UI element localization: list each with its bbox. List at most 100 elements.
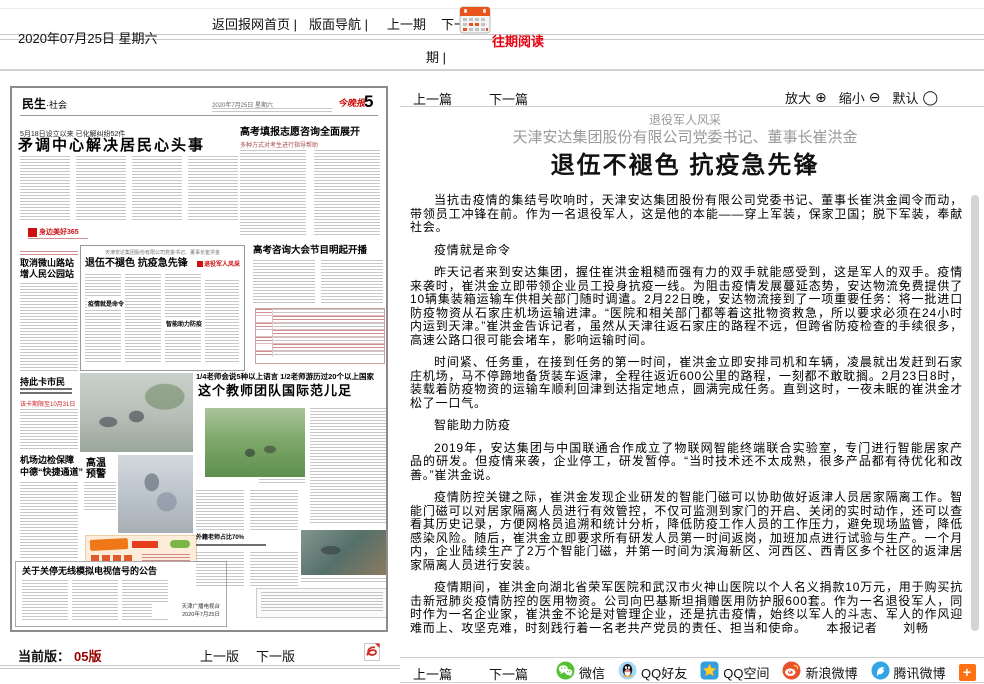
- text-block-pattern: [240, 150, 306, 236]
- calendar-icon[interactable]: [459, 5, 491, 39]
- share-wechat-button[interactable]: 微信: [556, 661, 605, 683]
- share-qzone-button[interactable]: QQ空间: [700, 661, 769, 683]
- teacher-stat: 外籍老师占比70%: [196, 535, 244, 542]
- nav-next-issue-link-wrap[interactable]: 期 |: [426, 47, 446, 66]
- text-block-pattern: [76, 156, 126, 222]
- issue-date: 2020年07月25日 星期六: [18, 28, 157, 47]
- text-block-pattern: [188, 156, 238, 222]
- masthead-credits-pattern: [212, 108, 332, 112]
- sina-weibo-icon: [782, 661, 801, 683]
- ad-shape: [170, 540, 190, 548]
- text-block-pattern: [314, 150, 380, 236]
- share-sina-weibo-button[interactable]: 新浪微博: [782, 661, 857, 683]
- text-block-pattern: [321, 260, 383, 304]
- tencent-weibo-icon: [871, 661, 890, 683]
- text-block-pattern: [205, 280, 239, 364]
- zoom-in-icon: ⊕: [815, 89, 827, 106]
- bottom-rule-1: [0, 665, 400, 666]
- wechat-icon: [556, 661, 575, 683]
- teacher-kicker: 1/4老师会说5种以上语言 1/2老师游历过20个以上国家: [196, 373, 374, 382]
- teacher-headline[interactable]: 这个教师团队国际范儿足: [198, 384, 352, 399]
- text-block-pattern: [250, 552, 298, 586]
- qzone-icon: [700, 661, 719, 683]
- article-title: 退伍不褪色 抗疫急先锋: [400, 145, 970, 180]
- airport-headline[interactable]: 机场边检保障: [20, 455, 74, 465]
- notice-headline[interactable]: 关于关停无线模拟电视信号的公告: [22, 566, 157, 576]
- anda-kicker: 天津安达集团股份有限公司党委书记、董事长崔洪金: [81, 249, 244, 256]
- prev-page-link[interactable]: 上一版: [200, 646, 239, 665]
- article2-headline[interactable]: 取消微山路站: [20, 258, 74, 268]
- airport-headline-line2[interactable]: 中德“快捷通道”: [20, 467, 83, 477]
- gaokao2-headline[interactable]: 高考咨询大会节目明起开播: [253, 246, 367, 257]
- veteran-badge: 退役军人风采: [197, 259, 240, 268]
- text-block-pattern: [253, 260, 315, 304]
- subhead: 疫情就是命令: [410, 244, 963, 258]
- gaokao1-subtitle: 多种方式对考生进行指导帮助: [240, 140, 318, 149]
- anda-article-box[interactable]: 天津安达集团股份有限公司党委书记、董事长崔洪金 退伍不褪色 抗疫急先锋 退役军人…: [80, 245, 245, 371]
- pdf-icon[interactable]: [364, 643, 380, 666]
- nav-prev-issue-link[interactable]: 上一期: [387, 14, 426, 33]
- share-bar-rule: [400, 657, 984, 658]
- qq-icon: [618, 661, 637, 683]
- current-page-value: 05版: [74, 646, 101, 665]
- share-bar: 微信 QQ好友 QQ空间 新浪微博 腾讯微博 + 0: [556, 661, 984, 683]
- next-page-link[interactable]: 下一版: [256, 646, 295, 665]
- paper-logo: 今晚报: [338, 96, 365, 109]
- article-subtitle: 天津安达集团股份有限公司党委书记、董事长崔洪金: [400, 126, 970, 147]
- text-block-pattern: [125, 274, 161, 364]
- bookshelf-photo: [301, 530, 386, 575]
- umbrella-photo: [118, 455, 193, 533]
- article-body: 当抗击疫情的集结号吹响时，天津安达集团股份有限公司党委书记、董事长崔洪金闻令而动…: [410, 194, 963, 644]
- text-block-pattern: [22, 580, 68, 620]
- anda-headline[interactable]: 退伍不褪色 抗疫急先锋: [85, 258, 188, 270]
- newspaper-page: 民生·社会 2020年7月25日 星期六 今晚报 5 5月18日设立以来 已化解…: [12, 88, 386, 630]
- epaper-reader: 2020年07月25日 星期六 返回报网首页 | 版面导航 | 上一期 下一 期…: [0, 0, 984, 684]
- share-qq-button[interactable]: QQ好友: [618, 661, 687, 683]
- text-block-pattern: [250, 490, 298, 530]
- prev-article-link-bottom[interactable]: 上一篇: [413, 664, 452, 683]
- text-block-pattern: [20, 283, 78, 371]
- share-bar-bottom-rule: [400, 682, 984, 683]
- zoom-in-button[interactable]: 放大⊕: [785, 88, 827, 107]
- gaokao1-headline[interactable]: 高考填报志愿咨询全面展开: [240, 127, 360, 139]
- text-block-pattern: [20, 156, 70, 222]
- zoom-out-button[interactable]: 缩小⊖: [839, 88, 881, 107]
- article1-headline[interactable]: 矛调中心解决居民心头事: [18, 137, 205, 154]
- top-divider: [0, 8, 984, 9]
- paragraph: 疫情期间，崔洪金向湖北省荣军医院和武汉市火神山医院以个人名义捐款10万元，用于购…: [410, 581, 963, 635]
- card-headline[interactable]: 持此卡市民: [20, 377, 65, 387]
- nav-home-link[interactable]: 返回报网首页 |: [212, 14, 297, 33]
- anda-subhead-2: 智能助力防疫: [165, 318, 203, 329]
- nav-layout-link[interactable]: 版面导航 |: [309, 14, 368, 33]
- page-number: 5: [364, 92, 373, 112]
- caption-pattern: [84, 482, 116, 512]
- more-share-button[interactable]: +: [959, 664, 976, 681]
- daily-good-logo: 身边美好365: [28, 227, 79, 237]
- ad-shape: [90, 538, 129, 551]
- article2-headline-line2[interactable]: 增人民公园站: [20, 269, 74, 279]
- subhead: 智能助力防疫: [410, 419, 963, 433]
- caption-pattern: [259, 479, 305, 483]
- red-square-icon: [197, 261, 203, 267]
- past-issues-link[interactable]: 往期阅读: [492, 31, 544, 50]
- text-block-pattern: [196, 552, 244, 586]
- paragraph: 时间紧、任务重，在接到任务的第一时间，崔洪金立即安排司机和车辆，凌晨就出发赶到石…: [410, 356, 963, 410]
- text-block-pattern: [132, 156, 182, 222]
- scrollbar-thumb[interactable]: [971, 195, 979, 631]
- ad-shape: [132, 541, 158, 548]
- caption-pattern: [301, 578, 386, 582]
- notice-signature: 天津广播电视台2020年7月25日: [152, 602, 220, 618]
- zoom-default-button[interactable]: 默认◯: [893, 88, 939, 107]
- paragraph: 疫情防控关键之际，崔洪金发现企业研发的智能门磁可以协助做好返津人员居家隔离工作。…: [410, 491, 963, 572]
- schedule-table: [255, 308, 385, 364]
- heat-warning-label: 高温预警: [86, 458, 110, 480]
- masthead-rule: [20, 115, 378, 116]
- header-bottom-rule: [0, 69, 984, 71]
- share-tencent-weibo-button[interactable]: 腾讯微博: [871, 661, 946, 683]
- page-thumbnail[interactable]: 民生·社会 2020年7月25日 星期六 今晚报 5 5月18日设立以来 已化解…: [10, 86, 388, 632]
- text-block-pattern: [196, 490, 244, 530]
- next-article-link-bottom[interactable]: 下一篇: [489, 664, 528, 683]
- anda-subhead-1: 疫情就是命令: [87, 298, 125, 309]
- toolbar-rule: [400, 106, 984, 107]
- paragraph: 2019年，安达集团与中国联通合作成立了物联网智能终端联合实验室，专门进行智能居…: [410, 442, 963, 483]
